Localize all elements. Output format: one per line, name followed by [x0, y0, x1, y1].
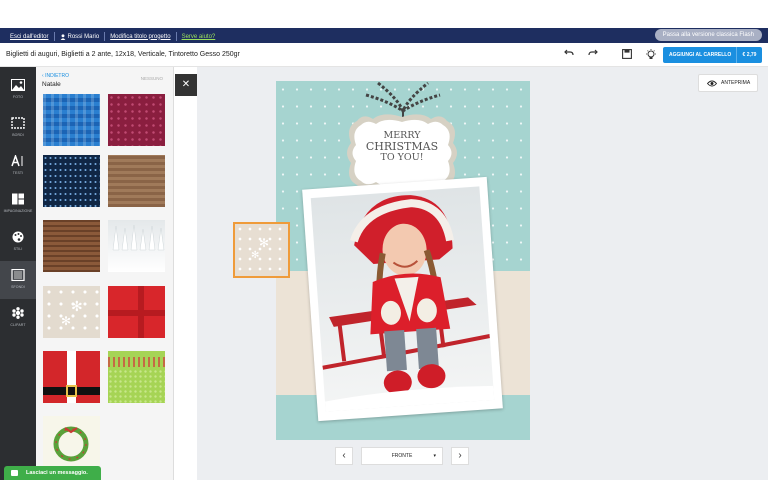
rail-label: IMPAGINAZIONE: [3, 209, 33, 213]
greeting-line: TO YOU!: [380, 152, 424, 163]
text-icon: [11, 155, 23, 167]
page-selector[interactable]: FRONTE ▾: [361, 447, 443, 465]
preview-label: ANTEPRIMA: [721, 80, 751, 86]
add-to-cart-button[interactable]: AGGIUNGI AL CARRELLO € 2,79: [663, 47, 762, 63]
category-title: Natale: [42, 81, 61, 88]
redo-icon[interactable]: [586, 49, 600, 61]
save-icon[interactable]: [620, 49, 634, 61]
next-page-button[interactable]: ›: [451, 447, 469, 465]
photo-frame[interactable]: [302, 176, 503, 422]
leave-message-label: Lasciaci un messaggio.: [26, 470, 88, 476]
snowflake-icon: ✻: [61, 314, 72, 328]
snow-trees-graphic: [112, 224, 165, 251]
snowflake-icon: ✻: [259, 236, 270, 250]
background-tile[interactable]: [43, 351, 100, 403]
snowflake-icon: ✻: [251, 250, 260, 261]
divider: [53, 32, 55, 41]
user-menu[interactable]: Rossi Mario: [60, 33, 100, 40]
lightbulb-icon[interactable]: [644, 49, 658, 61]
preview-button[interactable]: ANTEPRIMA: [698, 74, 758, 92]
rail-item-impaginazione[interactable]: IMPAGINAZIONE: [0, 185, 36, 223]
eye-icon: [707, 80, 717, 87]
background-tile[interactable]: [108, 94, 165, 146]
selected-background-thumbnail[interactable]: ✻ ✻: [233, 222, 290, 278]
tool-rail: FOTO BORDI TESTI IMPAGINAZIONE STILI SFO…: [0, 67, 36, 480]
divider: [104, 32, 106, 41]
background-tile[interactable]: [108, 351, 165, 403]
edit-project-title-link[interactable]: Modifica titolo progetto: [110, 34, 170, 40]
background-tile[interactable]: [108, 155, 165, 207]
rail-item-stili[interactable]: STILI: [0, 223, 36, 261]
rail-label: FOTO: [12, 95, 24, 99]
background-tile[interactable]: [43, 220, 100, 272]
clipart-icon: [12, 307, 24, 319]
previous-page-button[interactable]: ‹: [335, 447, 353, 465]
project-title: Biglietti di auguri, Biglietti a 2 ante,…: [6, 51, 240, 58]
page-selector-value: FRONTE: [391, 453, 413, 459]
leave-message-button[interactable]: Lasciaci un messaggio.: [4, 466, 101, 480]
background-tile[interactable]: [108, 220, 165, 272]
snowflake-icon: ✻: [71, 298, 83, 314]
rail-label: STILI: [13, 247, 23, 251]
background-tile[interactable]: [43, 155, 100, 207]
rail-item-foto[interactable]: FOTO: [0, 71, 36, 109]
project-title-bar: Biglietti di auguri, Biglietti a 2 ante,…: [0, 43, 768, 67]
chat-icon: [11, 470, 18, 476]
rail-item-sfondi[interactable]: SFONDI: [0, 261, 36, 299]
rail-label: SFONDI: [11, 285, 25, 289]
frame-icon: [11, 117, 25, 129]
backgrounds-panel: ‹ INDIETRO NESSUNO Natale ✻ ✻: [36, 67, 174, 480]
user-icon: [60, 33, 65, 40]
caret-down-icon: ▾: [433, 453, 436, 459]
background-tile[interactable]: [43, 416, 100, 468]
editor-page: Esci dall'editor Rossi Mario Modifica ti…: [0, 0, 768, 480]
palette-icon: [12, 231, 24, 243]
help-link[interactable]: Serve aiuto?: [182, 34, 216, 40]
no-background-button[interactable]: NESSUNO: [141, 76, 163, 81]
user-name: Rossi Mario: [67, 33, 100, 40]
back-button[interactable]: ‹ INDIETRO: [42, 73, 69, 79]
card-design[interactable]: MERRY CHRISTMAS TO YOU!: [276, 81, 530, 440]
rail-label: CLIPART: [10, 323, 26, 327]
background-icon: [11, 269, 25, 281]
photo-icon: [11, 79, 25, 91]
background-tile[interactable]: ✻ ✻: [43, 286, 100, 338]
flash-version-button[interactable]: Passa alla versione classica Flash: [654, 29, 762, 41]
background-tile[interactable]: [108, 286, 165, 338]
cart-price: € 2,79: [736, 47, 762, 63]
divider: [175, 32, 177, 41]
top-navigation-bar: Esci dall'editor Rossi Mario Modifica ti…: [0, 28, 768, 43]
child-photo-graphic: [322, 195, 495, 412]
greeting-text: MERRY CHRISTMAS TO YOU!: [343, 130, 461, 163]
child-photo[interactable]: [310, 186, 495, 412]
rail-item-clipart[interactable]: CLIPART: [0, 299, 36, 337]
undo-icon[interactable]: [562, 49, 576, 61]
rail-label: BORDI: [12, 133, 24, 137]
background-tile[interactable]: [43, 94, 100, 146]
back-label: INDIETRO: [45, 73, 69, 79]
exit-editor-link[interactable]: Esci dall'editor: [10, 34, 49, 40]
rail-item-testi[interactable]: TESTI: [0, 147, 36, 185]
greeting-line: CHRISTMAS: [365, 140, 439, 153]
close-panel-button[interactable]: ✕: [175, 74, 197, 96]
wreath-graphic: [53, 426, 89, 462]
rail-label: TESTI: [12, 171, 24, 175]
rail-item-bordi[interactable]: BORDI: [0, 109, 36, 147]
layout-icon: [12, 193, 24, 205]
add-to-cart-label: AGGIUNGI AL CARRELLO: [669, 52, 732, 58]
